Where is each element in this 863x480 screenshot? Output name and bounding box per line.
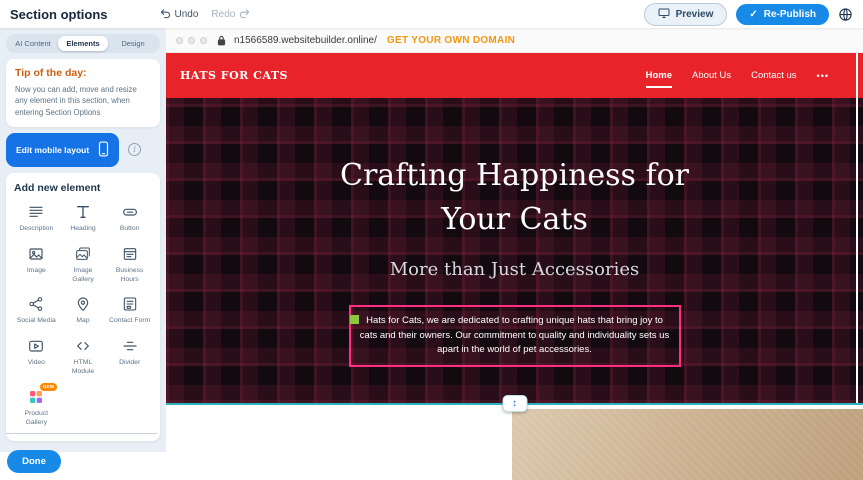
site-url: n1566589.websitebuilder.online/ xyxy=(234,35,377,46)
topbar: Section options Undo Redo Preview ✓ Re-P… xyxy=(0,0,863,28)
add-element-title: Add new element xyxy=(14,182,152,194)
next-section-image[interactable] xyxy=(512,409,863,480)
sidebar-tabs: AI Content Elements Design xyxy=(6,34,160,53)
code-icon xyxy=(74,337,92,355)
edit-mobile-layout-button[interactable]: Edit mobile layout xyxy=(6,133,119,167)
add-element-card: Add new element Description Heading xyxy=(6,173,160,441)
republish-label: Re-Publish xyxy=(764,9,816,20)
element-item-description[interactable]: Description xyxy=(14,203,59,234)
preview-scrollbar-gap xyxy=(856,53,858,403)
undo-label: Undo xyxy=(175,9,199,20)
history-controls: Undo Redo xyxy=(160,9,251,20)
element-item-contact-form[interactable]: Contact Form xyxy=(107,295,152,326)
hero-text-element-selected[interactable]: Hats for Cats, we are dedicated to craft… xyxy=(349,305,681,367)
edit-mobile-label: Edit mobile layout xyxy=(16,145,89,155)
hero-heading[interactable]: Crafting Happiness for Your Cats xyxy=(315,154,715,241)
tab-elements[interactable]: Elements xyxy=(58,36,108,51)
hero-section[interactable]: Crafting Happiness for Your Cats More th… xyxy=(166,98,863,403)
sidebar-panel: AI Content Elements Design Tip of the da… xyxy=(0,28,166,452)
image-gallery-icon xyxy=(74,245,92,263)
topbar-actions: Preview ✓ Re-Publish xyxy=(644,3,853,26)
website-canvas: HATS FOR CATS Home About Us Contact us •… xyxy=(166,53,863,480)
phone-icon xyxy=(98,141,109,159)
page-title: Section options xyxy=(10,7,108,22)
get-domain-link[interactable]: GET YOUR OWN DOMAIN xyxy=(387,35,515,46)
site-header: HATS FOR CATS Home About Us Contact us •… xyxy=(166,53,863,98)
check-icon: ✓ xyxy=(749,9,757,20)
redo-icon xyxy=(239,9,250,19)
video-icon xyxy=(27,337,45,355)
resize-updown-icon: ↕ xyxy=(512,398,517,409)
browser-bar: n1566589.websitebuilder.online/ GET YOUR… xyxy=(166,28,863,53)
image-icon xyxy=(27,245,45,263)
window-dot-icon xyxy=(176,37,183,44)
window-dot-icon xyxy=(188,37,195,44)
element-item-button[interactable]: Button xyxy=(107,203,152,234)
element-drag-handle[interactable] xyxy=(350,315,359,324)
hero-body-text: Hats for Cats, we are dedicated to craft… xyxy=(360,315,669,355)
element-item-video[interactable]: Video xyxy=(14,337,59,377)
map-pin-icon xyxy=(74,295,92,313)
site-logo[interactable]: HATS FOR CATS xyxy=(180,69,288,82)
redo-button[interactable]: Redo xyxy=(211,9,250,20)
section-resize-handle[interactable]: ↕ xyxy=(502,395,527,412)
tab-ai-content[interactable]: AI Content xyxy=(8,36,58,51)
window-dot-icon xyxy=(200,37,207,44)
tip-body: Now you can add, move and resize any ele… xyxy=(15,84,151,118)
business-hours-icon xyxy=(121,245,139,263)
nav-item-home[interactable]: Home xyxy=(646,63,672,88)
sidebar: AI Content Elements Design Tip of the da… xyxy=(0,28,166,480)
edit-mobile-row: Edit mobile layout i xyxy=(6,133,160,167)
element-item-divider[interactable]: Divider xyxy=(107,337,152,377)
element-item-map[interactable]: Map xyxy=(61,295,106,326)
nav-item-about-us[interactable]: About Us xyxy=(692,63,731,88)
undo-icon xyxy=(160,9,171,19)
site-nav: Home About Us Contact us ••• xyxy=(646,63,829,88)
lock-icon xyxy=(217,35,226,46)
monitor-icon xyxy=(658,8,670,21)
element-item-heading[interactable]: Heading xyxy=(61,203,106,234)
element-item-social-media[interactable]: Social Media xyxy=(14,295,59,326)
tab-design[interactable]: Design xyxy=(108,36,158,51)
tip-of-the-day-card: Tip of the day: Now you can add, move an… xyxy=(6,59,160,127)
nav-item-contact-us[interactable]: Contact us xyxy=(751,63,796,88)
new-badge: NEW xyxy=(40,383,57,391)
done-button[interactable]: Done xyxy=(7,450,61,473)
button-icon xyxy=(121,203,139,221)
description-icon xyxy=(27,203,45,221)
language-globe-button[interactable] xyxy=(838,7,853,22)
element-item-image[interactable]: Image xyxy=(14,245,59,285)
divider-icon xyxy=(121,337,139,355)
tip-title: Tip of the day: xyxy=(15,67,151,79)
contact-form-icon xyxy=(121,295,139,313)
element-item-product-gallery[interactable]: NEW Product Gallery xyxy=(14,388,59,428)
product-gallery-icon: NEW xyxy=(27,388,45,406)
social-media-icon xyxy=(27,295,45,313)
main-preview-area: n1566589.websitebuilder.online/ GET YOUR… xyxy=(166,28,863,480)
nav-more-icon[interactable]: ••• xyxy=(817,71,829,81)
undo-button[interactable]: Undo xyxy=(160,9,199,20)
preview-label: Preview xyxy=(676,9,714,20)
redo-label: Redo xyxy=(211,9,235,20)
element-item-image-gallery[interactable]: Image Gallery xyxy=(61,245,106,285)
element-item-business-hours[interactable]: Business Hours xyxy=(107,245,152,285)
element-item-html-module[interactable]: HTML Module xyxy=(61,337,106,377)
preview-button[interactable]: Preview xyxy=(644,3,728,26)
info-icon[interactable]: i xyxy=(128,143,141,156)
hero-subheading[interactable]: More than Just Accessories xyxy=(390,259,640,280)
republish-button[interactable]: ✓ Re-Publish xyxy=(736,4,829,25)
sidebar-divider xyxy=(6,433,157,434)
heading-icon xyxy=(74,203,92,221)
element-grid: Description Heading Button xyxy=(14,203,152,428)
